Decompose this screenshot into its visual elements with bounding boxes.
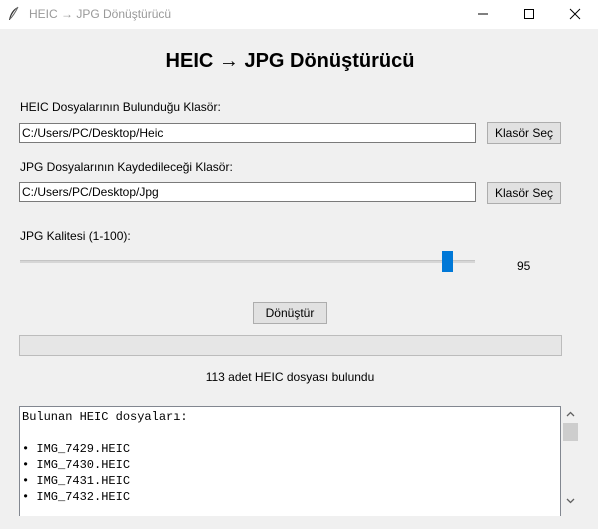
scroll-down-button[interactable]	[562, 492, 579, 509]
heic-folder-input[interactable]	[19, 123, 476, 143]
jpg-folder-input[interactable]	[19, 182, 476, 202]
quality-value: 95	[517, 259, 531, 273]
minimize-icon	[478, 13, 488, 15]
quality-slider[interactable]	[20, 260, 475, 263]
status-text: 113 adet HEIC dosyası bulundu	[205, 370, 375, 384]
maximize-icon	[524, 9, 534, 19]
close-button[interactable]	[552, 0, 598, 29]
window-title: HEIC → JPG Dönüştürücü	[29, 7, 172, 21]
minimize-button[interactable]	[460, 0, 506, 29]
chevron-up-icon	[566, 411, 575, 417]
file-list-line	[22, 425, 560, 441]
quality-slider-thumb[interactable]	[441, 251, 453, 272]
close-icon	[569, 8, 581, 20]
convert-button[interactable]: Dönüştür	[253, 302, 327, 324]
progress-bar	[19, 335, 562, 356]
quality-label: JPG Kalitesi (1-100):	[20, 229, 131, 243]
file-list-scrollbar[interactable]	[562, 406, 579, 516]
jpg-folder-select-button[interactable]: Klasör Seç	[487, 182, 561, 204]
heic-folder-label: HEIC Dosyalarının Bulunduğu Klasör:	[20, 100, 221, 114]
file-list-line: • IMG_7429.HEIC	[22, 442, 131, 456]
scroll-up-button[interactable]	[562, 406, 579, 423]
maximize-button[interactable]	[506, 0, 552, 29]
file-list-line: • IMG_7432.HEIC	[22, 490, 131, 504]
heic-folder-select-button[interactable]: Klasör Seç	[487, 122, 561, 144]
file-list-textbox[interactable]: Bulunan HEIC dosyaları: • IMG_7429.HEIC • …	[19, 406, 561, 516]
title-bar: HEIC → JPG Dönüştürücü	[0, 0, 598, 29]
file-list-line: • IMG_7431.HEIC	[22, 474, 131, 488]
file-list-line: Bulunan HEIC dosyaları:	[22, 410, 188, 424]
jpg-folder-label: JPG Dosyalarının Kaydedileceği Klasör:	[20, 160, 233, 174]
feather-icon	[7, 6, 21, 22]
file-list-line: • IMG_7430.HEIC	[22, 458, 131, 472]
page-title: HEIC → JPG Dönüştürücü	[165, 50, 415, 72]
scroll-thumb[interactable]	[563, 423, 578, 441]
chevron-down-icon	[566, 498, 575, 504]
